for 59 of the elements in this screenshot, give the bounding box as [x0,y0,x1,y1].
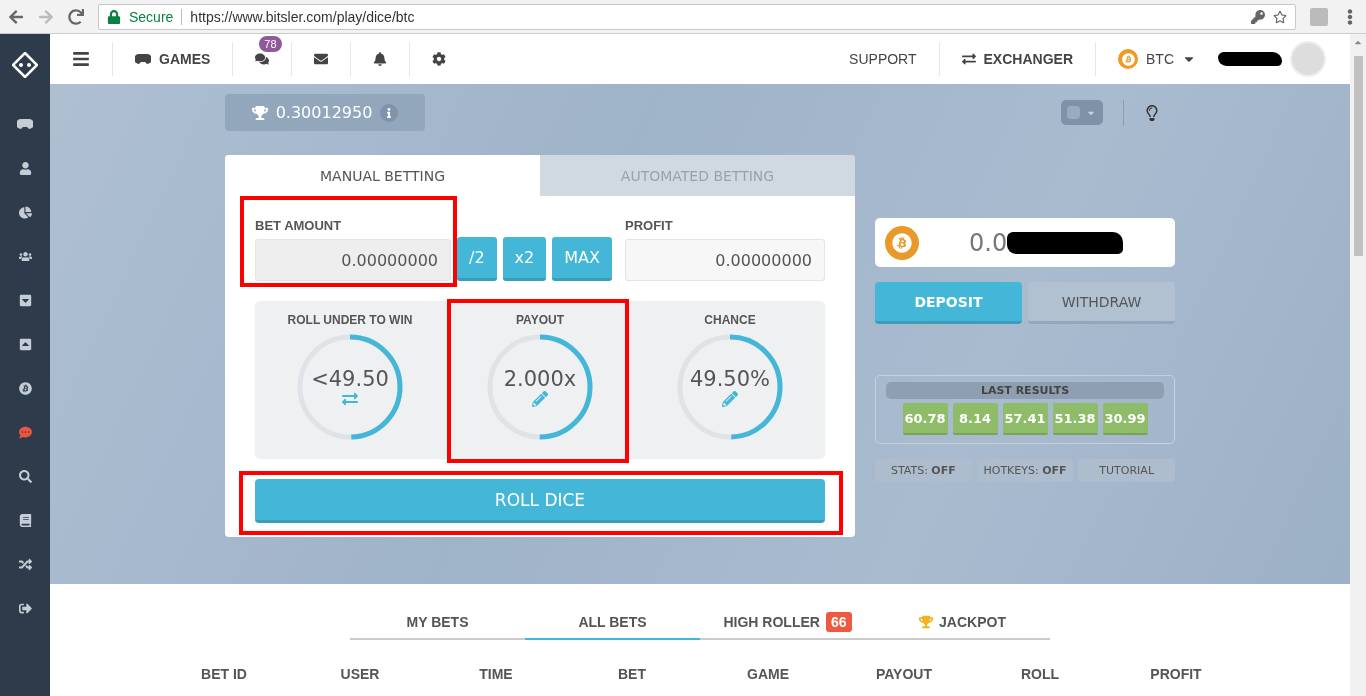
bets-tab[interactable]: JACKPOT [875,606,1050,640]
column-header: BET ID [200,666,248,682]
column-header: PROFIT [1149,666,1203,682]
result-chip: 57.41 [1002,403,1048,435]
result-chip: 8.14 [952,403,998,435]
gauge-value: <49.50 [311,367,389,391]
gauge-value: 2.000x [503,367,577,391]
back-icon[interactable] [8,8,24,25]
bets-tab[interactable]: HIGH ROLLER 66 [700,606,875,640]
key-icon[interactable] [1251,9,1265,24]
exchange-icon [961,52,976,66]
theme-toggle[interactable] [1061,100,1103,125]
jackpot-amount: 0.30012950 [275,103,373,122]
star-icon[interactable] [1273,9,1287,24]
gauge-label: CHANCE [704,313,756,327]
toggle-button[interactable]: HOTKEYS: OFF [976,459,1074,482]
reload-icon[interactable] [68,8,84,25]
address-bar[interactable]: Secure https://www.bitsler.com/play/dice/btc [98,3,1296,30]
column-header: GAME [746,666,790,682]
result-chip: 51.38 [1052,403,1098,435]
logo-icon[interactable] [12,52,38,78]
gauge-value: 49.50% [689,367,771,391]
bitcoin-icon [885,225,919,260]
scrollbar-thumb[interactable] [1353,56,1363,256]
gauge-label: PAYOUT [516,313,564,327]
bet-amount-field[interactable]: 0.00000000 [255,239,451,281]
gauge-label: ROLL UNDER TO WIN [287,313,413,327]
gamepad-icon [135,54,151,64]
result-chip: 30.99 [1102,403,1148,435]
exchanger-link[interactable]: EXCHANGER [939,42,1096,76]
lock-icon [107,9,121,24]
info-icon[interactable] [380,103,399,122]
column-header: TIME [478,666,514,682]
column-header: PAYOUT [875,666,933,682]
field-label: BET AMOUNT [255,218,343,233]
currency-dropdown[interactable]: BTC [1096,42,1218,76]
bets-tab[interactable]: ALL BETS [525,606,700,640]
trophy-icon [251,104,268,121]
url-text: https://www.bitsler.com/play/dice/btc [181,8,1243,25]
column-header: USER [339,666,381,682]
field-label: PROFIT [625,218,674,233]
balance-amount: 0.0 [969,228,1008,257]
chat-badge: 78 [259,36,282,52]
lightbulb-icon[interactable] [1144,104,1160,121]
column-header: ROLL [1019,666,1061,682]
bets-tab[interactable]: MY BETS [350,606,525,640]
trophy-icon [919,615,934,629]
chat-icon[interactable] [255,52,270,66]
last-results-title: LAST RESULTS [886,382,1164,399]
toggle-button[interactable]: STATS: OFF [875,459,972,482]
toggle-button[interactable]: TUTORIAL [1078,459,1175,482]
withdraw-button[interactable]: WITHDRAW [1028,282,1175,324]
support-link[interactable]: SUPPORT [827,42,940,76]
column-header: BET [617,666,647,682]
bitcoin-icon [1118,49,1138,69]
games-link[interactable]: GAMES [113,42,234,76]
result-chip: 60.78 [902,403,948,435]
security-label: Secure [129,8,174,25]
profit-field[interactable]: 0.00000000 [625,239,825,281]
